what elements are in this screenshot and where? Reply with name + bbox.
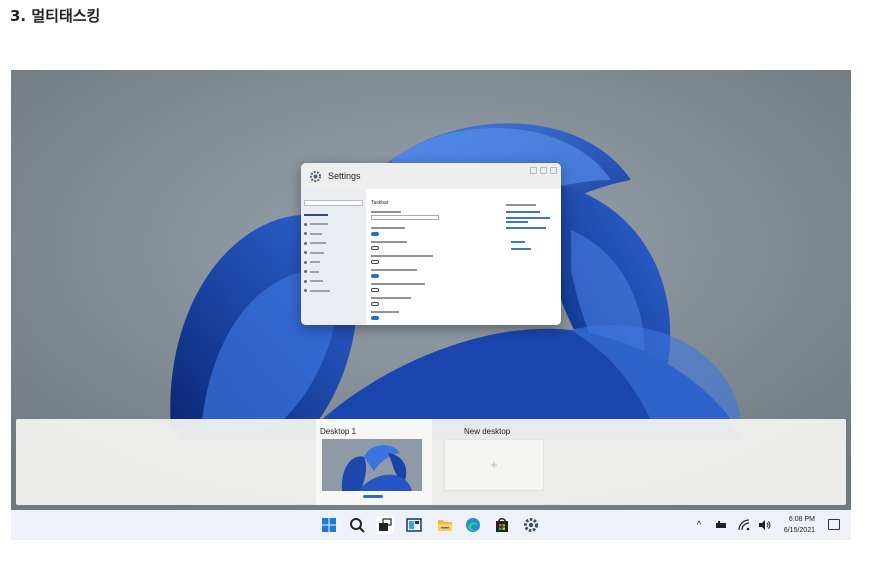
new-desktop-card[interactable]: New desktop + — [438, 419, 554, 505]
desktop-thumbnail[interactable] — [322, 439, 422, 491]
network-adapter-icon[interactable] — [714, 518, 728, 532]
toggle-switch[interactable] — [371, 316, 379, 320]
help-link[interactable] — [506, 221, 528, 223]
settings-icon[interactable] — [522, 516, 540, 534]
clock-date: 6/15/2021 — [783, 527, 815, 534]
volume-icon[interactable] — [757, 518, 771, 532]
nav-item[interactable] — [304, 248, 363, 258]
nav-item[interactable] — [304, 220, 363, 230]
task-view-icon[interactable] — [376, 516, 394, 534]
settings-title-bar[interactable]: Settings — [301, 163, 561, 189]
wifi-icon[interactable] — [737, 518, 751, 532]
plus-icon: + — [490, 458, 498, 472]
desktop-screenshot: Settings Taskbar Desktop 1 New desktop +… — [11, 70, 851, 540]
nav-item[interactable] — [304, 286, 363, 296]
nav-item[interactable] — [304, 267, 363, 277]
nav-item[interactable] — [304, 229, 363, 239]
notification-center-icon[interactable] — [828, 519, 840, 530]
toggle-switch[interactable] — [371, 288, 379, 292]
nav-item[interactable] — [304, 258, 363, 268]
window-controls[interactable] — [530, 167, 557, 174]
clock[interactable]: 6:08 PM 6/15/2021 — [784, 514, 815, 536]
toggle-switch[interactable] — [371, 232, 379, 236]
nav-item-personalization[interactable] — [304, 210, 363, 220]
tray-chevron-icon[interactable]: ^ — [693, 518, 705, 532]
active-desktop-indicator — [363, 495, 383, 498]
clock-time: 6:08 PM — [788, 516, 815, 523]
give-feedback-link[interactable] — [511, 248, 531, 250]
nav-item-taskbar[interactable] — [304, 277, 363, 287]
nav-item[interactable] — [304, 239, 363, 249]
taskbar: ^ 6:08 PM 6/15/2021 — [11, 510, 851, 540]
task-view-bar: Desktop 1 New desktop + — [16, 419, 846, 505]
get-help-link[interactable] — [511, 241, 525, 243]
search-icon[interactable] — [348, 516, 366, 534]
help-link[interactable] — [506, 217, 550, 219]
section-title: Taskbar — [371, 200, 389, 206]
toggle-switch[interactable] — [371, 302, 379, 306]
settings-window[interactable]: Settings Taskbar — [301, 163, 561, 325]
store-icon[interactable] — [493, 516, 511, 534]
start-icon[interactable] — [320, 516, 338, 534]
toggle-switch[interactable] — [371, 246, 379, 250]
widgets-icon[interactable] — [405, 516, 423, 534]
new-desktop-button[interactable]: + — [444, 439, 544, 491]
file-explorer-icon[interactable] — [436, 516, 454, 534]
help-link[interactable] — [506, 227, 546, 229]
help-heading — [506, 204, 536, 206]
desktop-label: Desktop 1 — [320, 427, 357, 436]
settings-title: Settings — [328, 171, 361, 181]
help-link[interactable] — [506, 211, 540, 213]
page-heading: 3. 멀티태스킹 — [10, 7, 101, 25]
alignment-dropdown[interactable] — [371, 215, 439, 220]
settings-content: Taskbar — [366, 167, 561, 325]
desktop-card[interactable]: Desktop 1 — [316, 419, 432, 505]
toggle-switch[interactable] — [371, 260, 379, 264]
settings-search-input[interactable] — [304, 200, 363, 206]
new-desktop-label: New desktop — [464, 427, 511, 436]
settings-gear-icon — [309, 170, 322, 182]
settings-nav — [301, 189, 366, 325]
toggle-switch[interactable] — [371, 274, 379, 278]
edge-icon[interactable] — [464, 516, 482, 534]
